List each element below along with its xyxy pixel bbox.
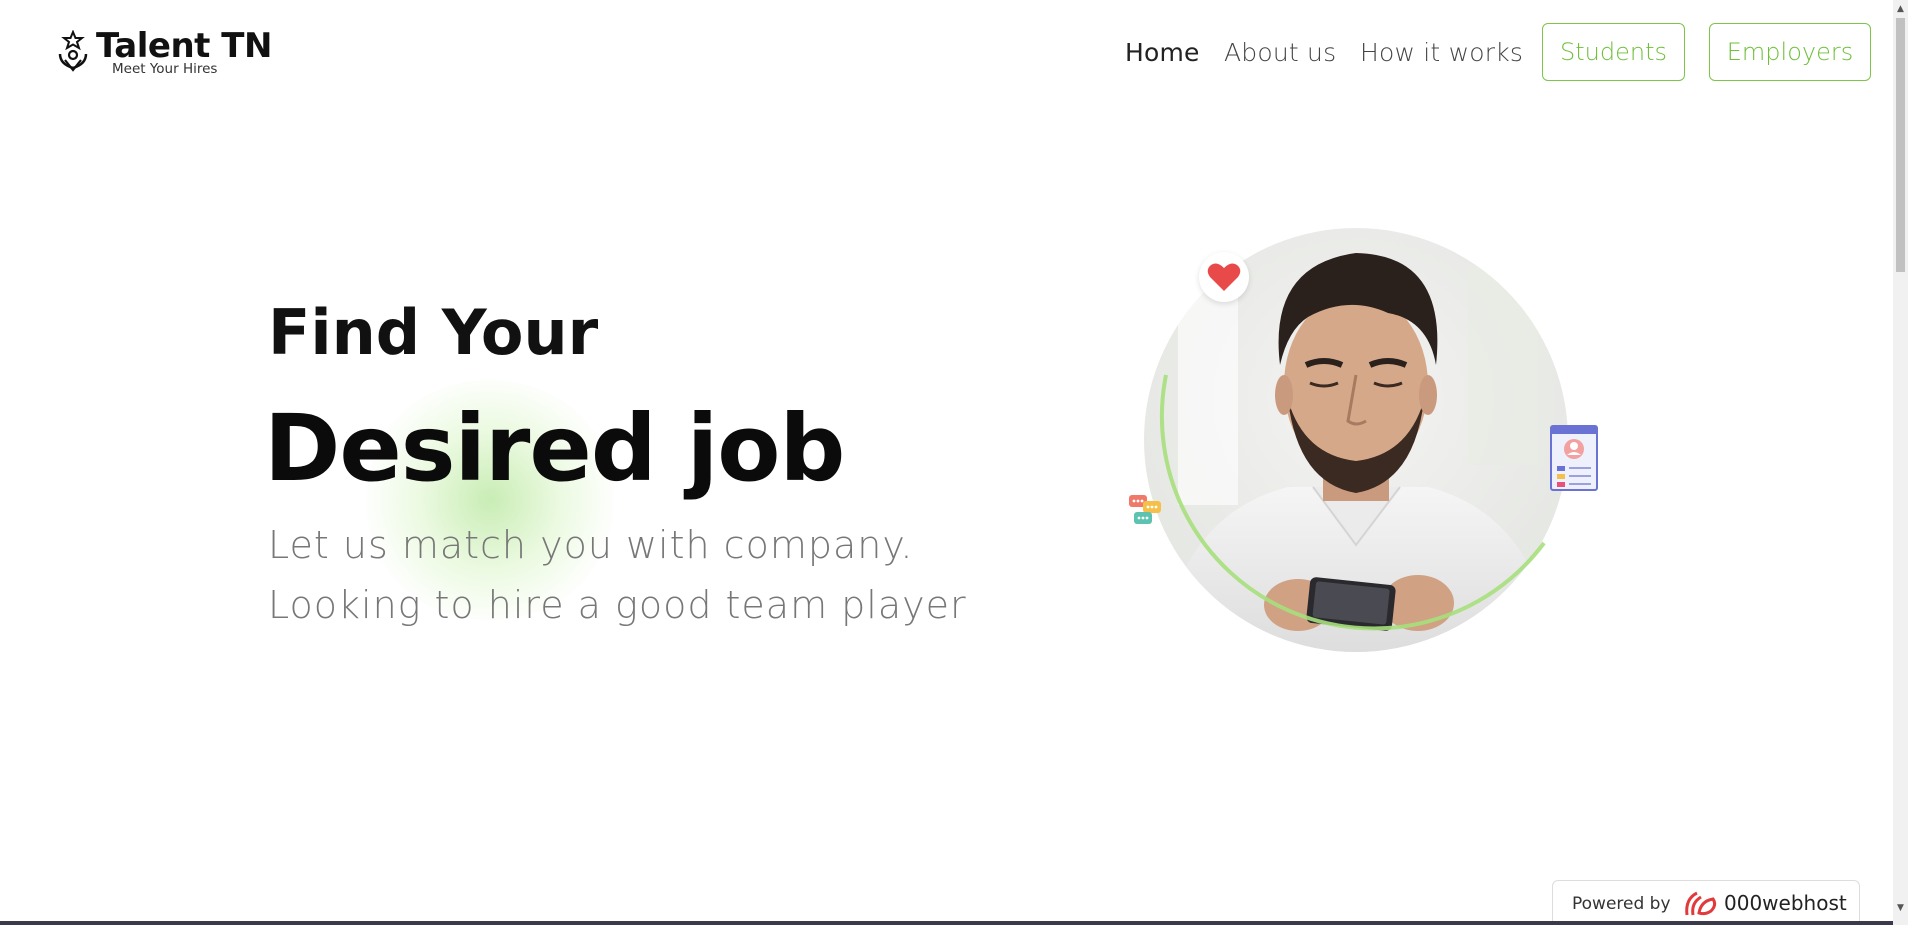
- talent-logo-icon: [58, 30, 88, 72]
- powered-by-label: Powered by: [1572, 894, 1671, 914]
- heart-badge: [1199, 252, 1249, 302]
- scroll-down-arrow-icon[interactable]: ▼: [1897, 903, 1904, 913]
- webhost-logo-icon: [1685, 891, 1717, 916]
- powered-by-badge[interactable]: Powered by 000webhost: [1552, 880, 1860, 925]
- brand-tagline: Meet Your Hires: [112, 61, 218, 77]
- heart-icon: [1207, 263, 1241, 291]
- brand-logo[interactable]: Talent TN Meet Your Hires: [56, 26, 296, 80]
- page: Talent TN Meet Your Hires Home About us …: [0, 0, 1908, 925]
- hero-heading-line2: Desired job: [264, 395, 845, 502]
- hero-subtitle-line1: Let us match you with company.: [268, 523, 914, 567]
- bottom-edge-bar: [0, 921, 1893, 925]
- employers-button[interactable]: Employers: [1709, 23, 1871, 81]
- nav-about-link[interactable]: About us: [1224, 38, 1336, 67]
- scrollbar-thumb[interactable]: [1896, 18, 1905, 272]
- brand-title: Talent TN: [96, 26, 272, 66]
- hero-subtitle-line2: Looking to hire a good team player: [268, 583, 967, 627]
- nav-home-link[interactable]: Home: [1125, 38, 1200, 67]
- hero-heading-line1: Find Your: [268, 296, 599, 369]
- students-button[interactable]: Students: [1542, 23, 1685, 81]
- chat-bubbles-icon: [1129, 495, 1161, 524]
- powered-by-brand: 000webhost: [1724, 891, 1847, 915]
- nav-how-it-works-link[interactable]: How it works: [1360, 38, 1523, 67]
- profile-document-icon: [1550, 425, 1598, 491]
- scroll-up-arrow-icon[interactable]: ▲: [1897, 4, 1904, 14]
